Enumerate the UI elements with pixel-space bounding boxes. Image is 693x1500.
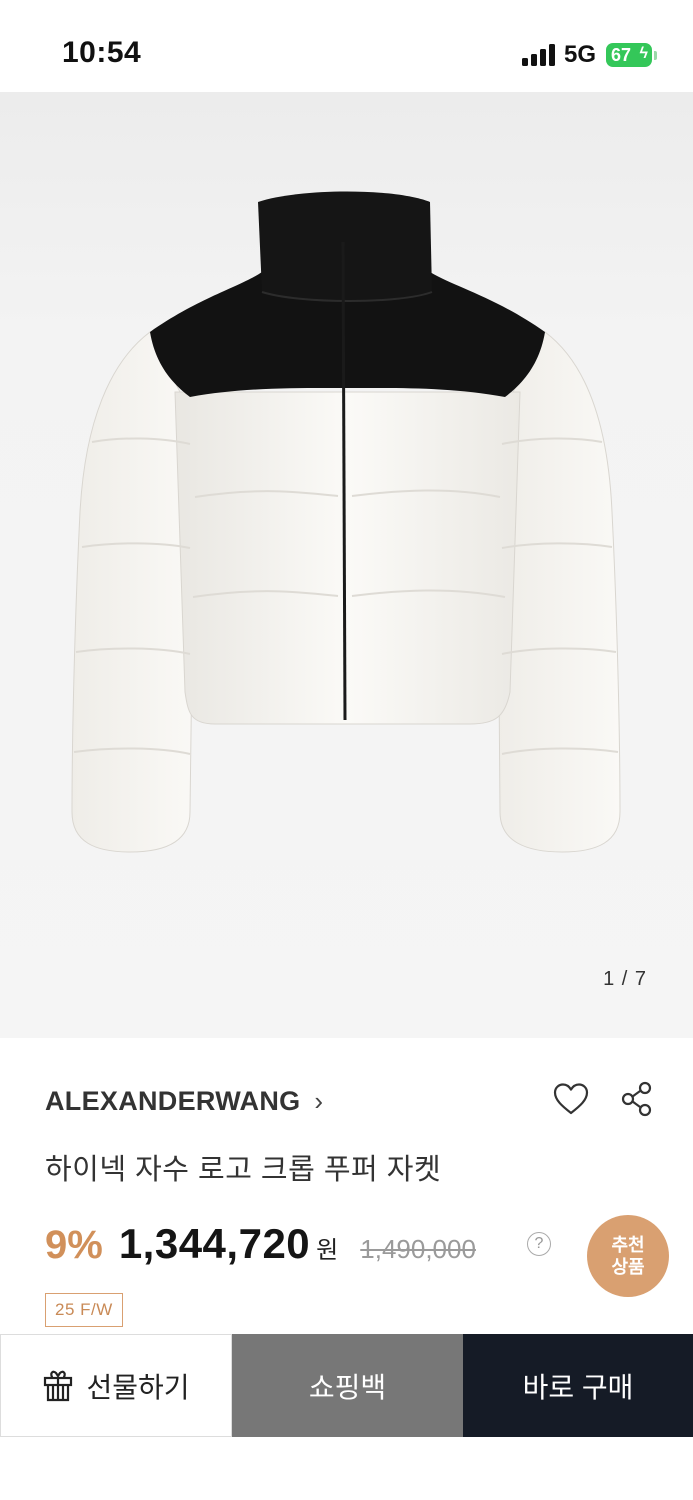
recommend-products-button[interactable]: 추천 상품 (587, 1215, 669, 1297)
share-icon[interactable] (620, 1080, 654, 1118)
discount-rate: 9% (45, 1223, 103, 1267)
price-help-icon[interactable]: ? (527, 1232, 551, 1256)
gift-icon (44, 1370, 73, 1401)
battery-icon: 67 ϟ (606, 43, 652, 67)
recommend-label-line1: 추천 (611, 1235, 645, 1255)
image-counter: 1 / 7 (603, 968, 647, 990)
signal-icon (521, 44, 555, 66)
chevron-right-icon: › (314, 1086, 324, 1116)
status-bar: 10:54 5G 67 ϟ (0, 0, 693, 92)
battery-cap (654, 50, 657, 60)
brand-link[interactable]: ALEXANDERWANG › (45, 1086, 323, 1117)
season-tag: 25 F/W (45, 1293, 123, 1327)
status-indicators: 5G 67 ϟ (521, 40, 657, 70)
gift-button-label: 선물하기 (86, 1371, 190, 1403)
currency-unit: 원 (316, 1237, 339, 1264)
bottom-action-bar: 선물하기 쇼핑백 바로 구매 (0, 1334, 693, 1437)
status-time: 10:54 (62, 36, 142, 69)
jacket-photo (71, 191, 621, 853)
gift-button[interactable]: 선물하기 (0, 1334, 232, 1437)
charging-bolt-icon: ϟ (639, 45, 648, 62)
heart-icon[interactable] (552, 1082, 590, 1116)
product-image-gallery[interactable]: 1 / 7 (0, 92, 693, 1038)
buy-now-label: 바로 구매 (522, 1371, 634, 1403)
network-type: 5G (563, 41, 596, 68)
buy-now-button[interactable]: 바로 구매 (463, 1334, 693, 1437)
product-title: 하이넥 자수 로고 크롭 푸퍼 자켓 (45, 1154, 442, 1186)
product-info: ALEXANDERWANG › 하이넥 자수 로고 크롭 푸퍼 자켓 9% 1,… (0, 1038, 693, 1334)
recommend-label-line2: 상품 (611, 1257, 645, 1277)
sale-price: 1,344,720 (118, 1220, 311, 1267)
shopping-bag-button[interactable]: 쇼핑백 (232, 1334, 463, 1437)
shopping-bag-label: 쇼핑백 (308, 1371, 387, 1403)
price-row: 9% 1,344,720 원 1,490,000 (45, 1220, 476, 1268)
original-price: 1,490,000 (360, 1234, 476, 1264)
brand-name: ALEXANDERWANG (45, 1086, 301, 1116)
battery-level: 67 (611, 44, 632, 65)
home-indicator-area (0, 1437, 693, 1500)
